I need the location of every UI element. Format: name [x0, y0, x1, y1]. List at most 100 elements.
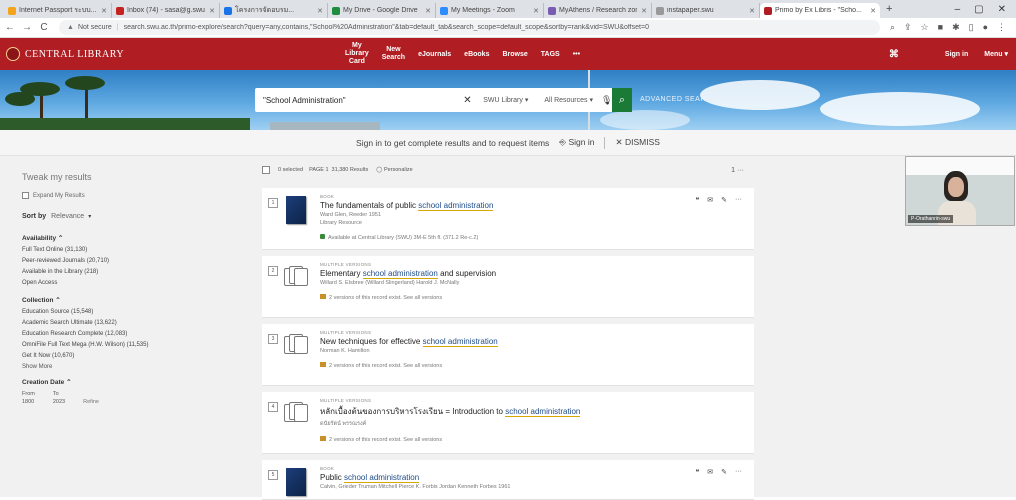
facet-heading-availability[interactable]: Availability ⌃ — [22, 234, 240, 242]
zoom-icon[interactable]: ⌕ — [890, 22, 895, 33]
pin-icon[interactable]: ✎ — [721, 196, 727, 204]
browser-tab[interactable]: My Drive - Google Drive ✕ — [328, 3, 436, 18]
clear-search-icon[interactable]: ✕ — [463, 95, 475, 106]
result-title[interactable]: New techniques for effective school admi… — [320, 337, 684, 347]
url-field[interactable]: ▲ Not secure | search.swu.ac.th/primo-ex… — [59, 20, 880, 35]
citation-icon[interactable]: ❝ — [695, 196, 699, 204]
result-card[interactable]: 1 BOOK The fundamentals of public school… — [262, 188, 754, 250]
menu-button[interactable]: Menu ▾ — [984, 50, 1008, 58]
result-title[interactable]: หลักเบื้องต้นของการบริหารโรงเรียน = Intr… — [320, 405, 684, 418]
pin-icon[interactable]: ✎ — [721, 468, 727, 476]
close-tab-icon[interactable]: ✕ — [425, 7, 431, 15]
search-input[interactable]: "School Administration" — [255, 96, 463, 105]
personalize-toggle[interactable]: ◯ Personalize — [376, 167, 412, 173]
nav-link[interactable]: My Library Card — [345, 42, 369, 66]
nav-link[interactable]: Browse — [502, 51, 527, 58]
availability-status[interactable]: 2 versions of this record exist. See all… — [320, 294, 684, 301]
more-actions-icon[interactable]: ··· — [735, 196, 742, 204]
new-tab-button[interactable]: + — [880, 3, 898, 15]
availability-status[interactable]: 2 versions of this record exist. See all… — [320, 436, 684, 443]
expand-results-checkbox[interactable]: Expand My Results — [22, 192, 240, 199]
share-icon[interactable]: ⇪ — [904, 22, 912, 33]
more-icon[interactable]: ⋮ — [997, 22, 1006, 33]
browser-tab[interactable]: Internet Passport ระบบ... ✕ — [4, 3, 112, 18]
profile-icon[interactable]: ● — [983, 22, 988, 33]
signin-link[interactable]: Sign in — [945, 51, 968, 58]
result-title[interactable]: Public school administration — [320, 473, 684, 483]
signin-banner-link[interactable]: ⎆ Sign in — [559, 137, 594, 148]
browser-tab[interactable]: My Meetings - Zoom ✕ — [436, 3, 544, 18]
forward-icon[interactable]: → — [20, 22, 34, 33]
result-card[interactable]: 4 MULTIPLE VERSIONS หลักเบื้องต้นของการบ… — [262, 392, 754, 454]
result-card[interactable]: 5 BOOK Public school administration Calv… — [262, 460, 754, 500]
nav-link[interactable]: eJournals — [418, 51, 451, 58]
close-tab-icon[interactable]: ✕ — [749, 7, 755, 15]
nav-link[interactable]: TAGS — [541, 51, 560, 58]
facet-item[interactable]: OmniFile Full Text Mega (H.W. Wilson) (1… — [22, 342, 240, 348]
browser-tab[interactable]: Primo by Ex Libris - "Scho... ✕ — [760, 3, 880, 18]
facet-heading-creation-date[interactable]: Creation Date ⌃ — [22, 378, 240, 386]
sort-by[interactable]: Sort by Relevance ▾ — [22, 213, 240, 220]
nav-link[interactable]: ••• — [573, 51, 580, 58]
refine-button[interactable]: Refine — [83, 399, 99, 405]
bookmark-star-icon[interactable]: ☆ — [921, 22, 929, 33]
facet-item[interactable]: Academic Search Ultimate (13,622) — [22, 320, 240, 326]
result-card[interactable]: 3 MULTIPLE VERSIONS New techniques for e… — [262, 324, 754, 386]
more-options-icon[interactable]: ··· — [737, 167, 744, 174]
book-cover-thumbnail[interactable] — [286, 196, 306, 224]
availability-status[interactable]: 2 versions of this record exist. See all… — [320, 362, 684, 369]
scope-dropdown[interactable]: SWU Library ▾ — [475, 96, 536, 104]
book-cover-thumbnail[interactable] — [286, 468, 306, 496]
close-tab-icon[interactable]: ✕ — [870, 7, 876, 15]
reload-icon[interactable]: C — [37, 22, 51, 33]
citation-icon[interactable]: ❝ — [695, 468, 699, 476]
extension-icon[interactable]: ■ — [938, 22, 943, 33]
close-tab-icon[interactable]: ✕ — [533, 7, 539, 15]
library-logo[interactable]: CENTRAL LIBRARY — [6, 47, 124, 61]
facet-item[interactable]: Education Source (15,548) — [22, 309, 240, 315]
from-year-input[interactable]: 1800 — [22, 399, 35, 405]
facet-heading-collection[interactable]: Collection ⌃ — [22, 296, 240, 304]
facet-item[interactable]: Get It Now (10,670) — [22, 353, 240, 359]
close-tab-icon[interactable]: ✕ — [209, 7, 215, 15]
close-window-icon[interactable]: ✕ — [998, 4, 1006, 15]
back-icon[interactable]: ← — [3, 22, 17, 33]
browser-tab[interactable]: Inbox (74) - sasa@g.swu... ✕ — [112, 3, 220, 18]
maximize-icon[interactable]: ▢ — [974, 4, 983, 15]
close-tab-icon[interactable]: ✕ — [317, 7, 323, 15]
facet-item[interactable]: Full Text Online (31,130) — [22, 247, 240, 253]
to-year-input[interactable]: 2023 — [53, 399, 65, 405]
result-select-checkbox[interactable]: 5 — [268, 470, 278, 480]
result-title[interactable]: Elementary school administration and sup… — [320, 269, 684, 279]
result-select-checkbox[interactable]: 1 — [268, 198, 278, 208]
close-tab-icon[interactable]: ✕ — [641, 7, 647, 15]
puzzle-icon[interactable]: ✱ — [952, 22, 960, 33]
checkbox-box[interactable] — [22, 192, 29, 199]
resource-type-dropdown[interactable]: All Resources ▾ — [536, 96, 601, 104]
sidebar-icon[interactable]: ▯ — [969, 22, 974, 33]
show-more-link[interactable]: Show More — [22, 364, 240, 370]
nav-link[interactable]: eBooks — [464, 51, 489, 58]
select-all-checkbox[interactable] — [262, 166, 270, 174]
result-select-checkbox[interactable]: 4 — [268, 402, 278, 412]
browser-tab[interactable]: โครงการจัดอบรม... ✕ — [220, 3, 328, 18]
search-button[interactable]: ⌕ — [612, 88, 632, 112]
browser-tab[interactable]: instapaper.swu ✕ — [652, 3, 760, 18]
availability-status[interactable]: Available at Central Library (SWU) 3M-E … — [320, 234, 684, 241]
facet-item[interactable]: Education Research Complete (12,083) — [22, 331, 240, 337]
facet-item[interactable]: Peer-reviewed Journals (20,710) — [22, 258, 240, 264]
email-icon[interactable]: ✉ — [707, 468, 713, 476]
minimize-icon[interactable]: – — [955, 4, 961, 15]
browser-tab[interactable]: MyAthens / Research zone ✕ — [544, 3, 652, 18]
dismiss-button[interactable]: ✕ DISMISS — [615, 137, 659, 148]
close-tab-icon[interactable]: ✕ — [101, 7, 107, 15]
result-title[interactable]: The fundamentals of public school admini… — [320, 201, 684, 211]
email-icon[interactable]: ✉ — [707, 196, 713, 204]
more-actions-icon[interactable]: ··· — [735, 468, 742, 476]
pin-icon[interactable]: ⌘ — [889, 49, 899, 60]
facet-item[interactable]: Open Access — [22, 280, 240, 286]
result-card[interactable]: 2 MULTIPLE VERSIONS Elementary school ad… — [262, 256, 754, 318]
result-select-checkbox[interactable]: 2 — [268, 266, 278, 276]
result-select-checkbox[interactable]: 3 — [268, 334, 278, 344]
advanced-search-link[interactable]: ADVANCED SEARCH — [640, 96, 717, 103]
